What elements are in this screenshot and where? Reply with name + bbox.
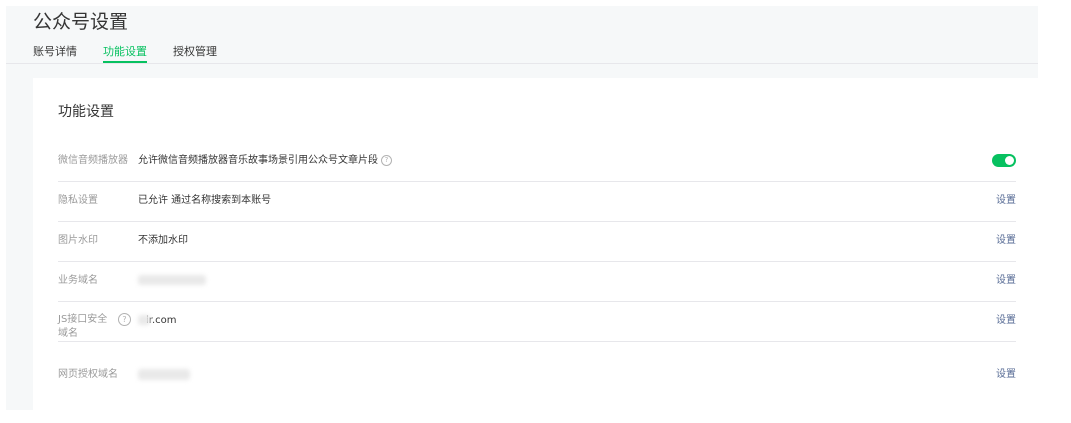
row-value: 不添加水印 xyxy=(138,235,188,246)
row-value-text: ir.com xyxy=(146,315,177,326)
row-label: 图片水印 xyxy=(58,235,98,246)
redacted-domain xyxy=(138,315,150,325)
page-title: 公众号设置 xyxy=(33,11,129,33)
js-domain-settings-link[interactable]: 设置 xyxy=(996,314,1016,328)
tab-bar: 账号详情 功能设置 授权管理 xyxy=(33,44,217,64)
settings-row-business-domain: 业务域名 设置 xyxy=(58,261,1016,302)
tab-function-settings[interactable]: 功能设置 xyxy=(103,44,147,63)
web-auth-domain-settings-link[interactable]: 设置 xyxy=(996,368,1016,382)
section-title: 功能设置 xyxy=(58,104,114,120)
business-domain-settings-link[interactable]: 设置 xyxy=(996,274,1016,288)
tab-account-details[interactable]: 账号详情 xyxy=(33,44,77,63)
tabs-divider xyxy=(6,63,1038,64)
row-value: 已允许 通过名称搜索到本账号 xyxy=(138,195,272,206)
tab-authorization-management[interactable]: 授权管理 xyxy=(173,44,217,63)
redacted-domain xyxy=(138,275,206,285)
settings-row-watermark: 图片水印 不添加水印 设置 xyxy=(58,221,1016,262)
help-icon[interactable]: ? xyxy=(118,313,131,326)
row-value xyxy=(138,368,190,382)
settings-row-privacy: 隐私设置 已允许 通过名称搜索到本账号 设置 xyxy=(58,181,1016,222)
row-label: 业务域名 xyxy=(58,275,98,286)
row-label: 微信音频播放器 xyxy=(58,155,128,166)
settings-row-audio-player: 微信音频播放器 允许微信音频播放器音乐故事场景引用公众号文章片段? xyxy=(58,141,1016,182)
audio-player-toggle[interactable] xyxy=(992,154,1016,167)
watermark-settings-link[interactable]: 设置 xyxy=(996,234,1016,248)
row-label: 隐私设置 xyxy=(58,195,98,206)
settings-row-js-domain: JS接口安全域名 ? ir.com 设置 xyxy=(58,301,1016,342)
help-icon[interactable]: ? xyxy=(381,154,392,166)
row-value: 允许微信音频播放器音乐故事场景引用公众号文章片段? xyxy=(138,154,392,168)
settings-card: 功能设置 微信音频播放器 允许微信音频播放器音乐故事场景引用公众号文章片段? 隐… xyxy=(33,78,1038,410)
redacted-domain xyxy=(138,368,190,380)
row-value-text: 允许微信音频播放器音乐故事场景引用公众号文章片段 xyxy=(138,155,378,166)
row-value: ir.com xyxy=(138,314,177,328)
privacy-settings-link[interactable]: 设置 xyxy=(996,194,1016,208)
row-value xyxy=(138,274,206,288)
row-label: JS接口安全域名 xyxy=(58,314,108,339)
row-label: 网页授权域名 xyxy=(58,369,118,380)
settings-row-web-auth-domain: 网页授权域名 设置 xyxy=(58,341,1016,401)
